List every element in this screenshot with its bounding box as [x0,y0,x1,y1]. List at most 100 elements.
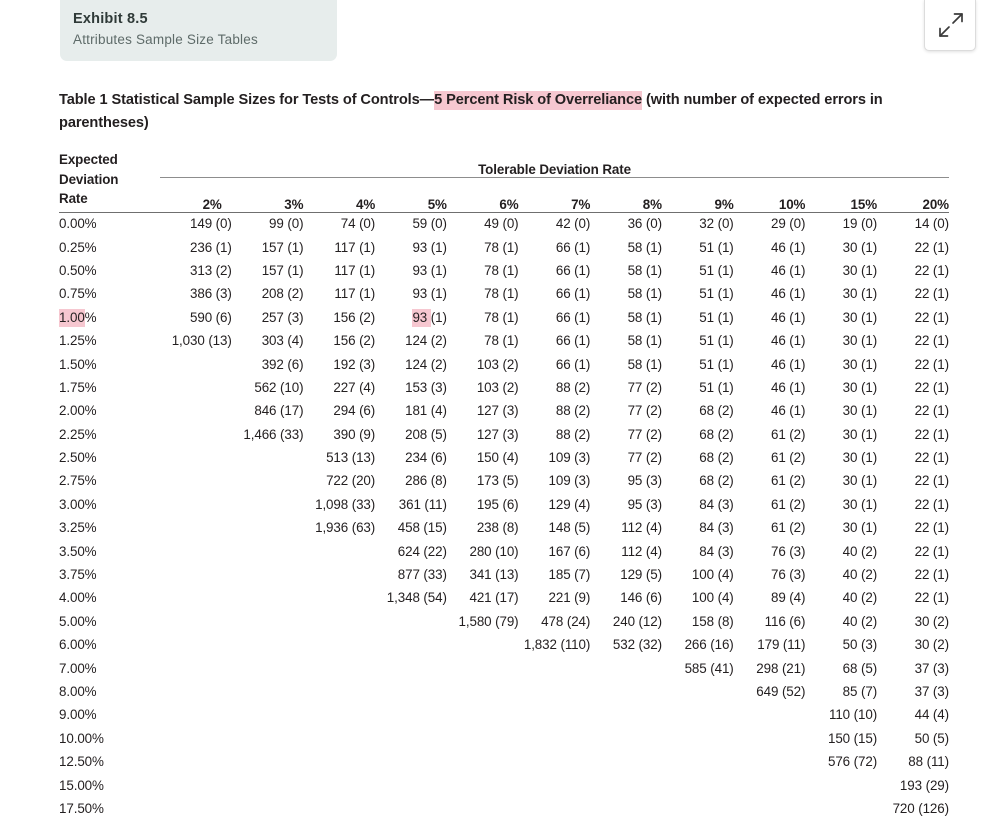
table-cell: 1,580 (79) [458,613,519,629]
table-cell [662,703,734,726]
table-cell [447,750,519,773]
table-cell: 61 (2) [770,450,806,466]
edr-line-1: Expected [59,152,118,167]
table-cell [805,797,877,820]
table-cell [590,750,662,773]
table-cell: 93 (1) [412,239,447,255]
table-cell: 77 (2) [627,403,662,419]
table-cell: 30 (1) [842,239,878,255]
table-cell [232,586,304,609]
table-cell: 124 (2) [405,333,447,349]
table-cell: 117 (1) [334,286,376,302]
table-cell: 66 (1) [555,333,591,349]
table-cell [375,656,447,679]
table-cell [662,680,734,703]
table-cell: 1,030 (13) [171,333,232,349]
table-cell [232,727,304,750]
table-cell: 58 (1) [627,333,662,349]
table-cell: 22 (1) [914,333,949,349]
table-cell: 46 (1) [770,262,806,278]
table-cell: 66 (1) [555,309,591,325]
tolerable-deviation-rate-header: Tolerable Deviation Rate [478,161,631,177]
row-label: 4.00% [59,590,97,606]
table-cell: 76 (3) [770,543,806,559]
table-cell [590,727,662,750]
table-row: 3.75% 877 (33) 341 (13) 185 (7) 129 (5) 100 (… [59,563,949,586]
table-cell: 294 (6) [333,403,376,419]
group-header-row: Expected Deviation Rate Tolerable Deviat… [59,150,949,206]
table-cell: 157 (1) [261,239,304,255]
expand-button[interactable] [924,0,976,51]
table-cell: 89 (4) [770,590,806,606]
table-cell: 61 (2) [770,520,806,536]
table-cell [160,750,232,773]
table-cell: 257 (3) [261,309,304,325]
col-header-7pct: 7% [571,196,591,212]
table-cell [303,773,375,796]
row-label: 10.00% [59,730,104,746]
table-cell: 1,466 (33) [243,426,304,442]
table-cell: 99 (0) [269,216,304,232]
table-cell: 30 (1) [842,333,878,349]
table-cell: 30 (1) [842,520,878,536]
table-cell [519,797,591,820]
table-cell: 109 (3) [548,473,591,489]
table-cell: 30 (1) [842,286,878,302]
table-cell: 93 (1) [412,286,447,302]
row-label: 6.00% [59,637,97,653]
table-cell: 85 (7) [842,684,878,699]
table-cell: 22 (1) [914,239,949,255]
table-row: 6.00% 1,832 (110) 532 (32) 266 (16) 179 (11)… [59,633,949,656]
table-cell: 127 (3) [476,403,519,419]
title-highlight: 5 Percent Risk of Overreliance [434,91,643,110]
table-cell [375,703,447,726]
table-cell [662,773,734,796]
table-cell: 51 (1) [699,239,734,255]
table-cell: 30 (1) [842,496,878,512]
table-cell: 95 (3) [627,473,662,489]
table-cell: 30 (1) [842,426,878,442]
table-cell: 877 (33) [397,567,447,583]
table-cell: 49 (0) [484,216,519,232]
table-cell: 478 (24) [541,613,591,629]
table-cell [303,633,375,656]
table-cell [447,727,519,750]
row-label: 1.00% [59,306,160,329]
row-label: 2.75% [59,473,97,489]
table-cell: 127 (3) [476,426,519,442]
table-cell: 66 (1) [555,239,591,255]
table-cell [232,703,304,726]
table-cell: 58 (1) [627,356,662,372]
table-cell: 240 (12) [612,613,662,629]
col-header-15pct: 15% [850,196,878,212]
table-row: 15.00% 193 (29) [59,773,949,796]
table-cell: 234 (6) [405,450,447,466]
table-head: Expected Deviation Rate Tolerable Deviat… [59,150,949,213]
table-cell: 298 (21) [756,660,806,676]
table-cell: 116 (6) [764,613,806,629]
table-row: 12.50% 576 (72) 88 (11) [59,750,949,773]
table-cell: 303 (4) [261,333,304,349]
title-before: Table 1 Statistical Sample Sizes for Tes… [59,92,435,108]
table-cell [160,633,232,656]
table-cell: 156 (2) [333,333,376,349]
table-cell [232,469,304,492]
table-cell: 59 (0) [412,216,447,232]
row-label: 0.50% [59,262,97,278]
page-title: Table 1 Statistical Sample Sizes for Tes… [59,89,947,135]
table-cell [160,469,232,492]
table-cell: 22 (1) [914,496,949,512]
table-cell [232,539,304,562]
table-cell: 720 (126) [892,800,950,816]
row-label: 17.50% [59,800,104,816]
table-cell: 1,348 (54) [386,590,447,606]
table-cell [590,656,662,679]
table-cell [519,656,591,679]
row-label: 2.00% [59,403,97,419]
table-cell [734,773,806,796]
table-cell: 150 (15) [827,730,878,746]
table-cell: 361 (11) [398,496,447,512]
table-cell: 236 (1) [190,239,232,255]
table-cell [303,703,375,726]
table-cell [160,680,232,703]
